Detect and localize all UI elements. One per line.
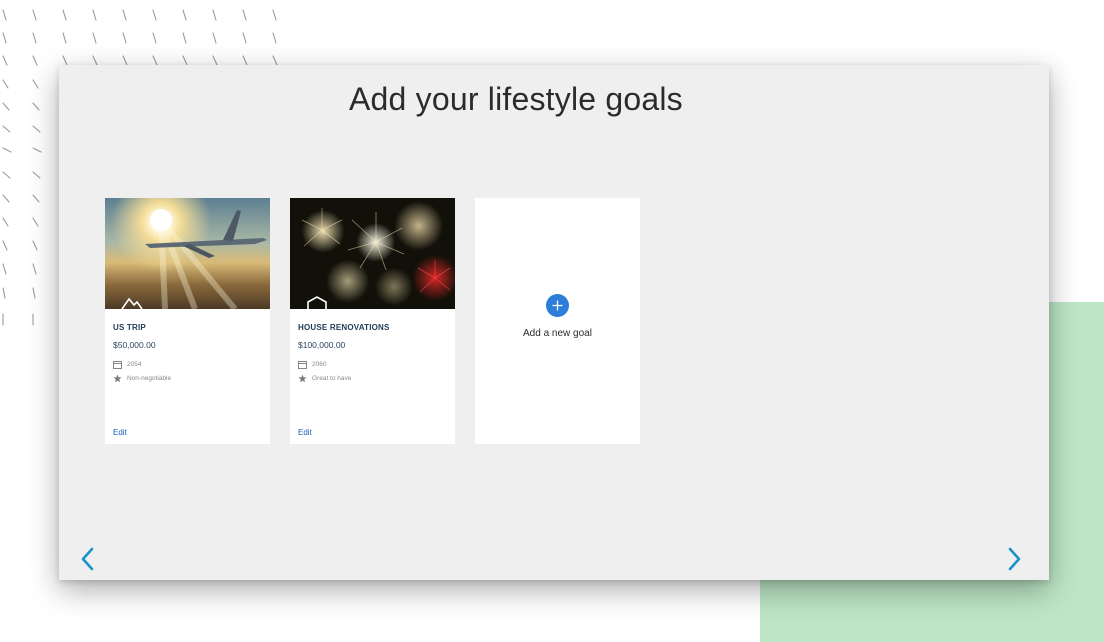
goal-year: 2060 [312,360,327,368]
goal-amount: $100,000.00 [298,340,346,350]
add-goal-button[interactable] [546,294,569,317]
edit-goal-link[interactable]: Edit [298,428,312,437]
page-title: Add your lifestyle goals [349,81,683,117]
chevron-right-icon [1008,547,1021,571]
goal-priority: Non-negotiable [127,374,172,382]
goal-name: HOUSE RENOVATIONS [298,323,390,332]
chevron-left-icon [81,547,94,571]
goal-year-row: 2054 [113,359,262,369]
previous-button[interactable] [77,545,97,573]
goal-card[interactable]: HOUSE RENOVATIONS $100,000.00 2060 Great… [290,198,455,444]
goal-priority-row: Non-negotiable [113,373,262,383]
goal-name: US TRIP [113,323,146,332]
add-goal-card[interactable]: Add a new goal [475,198,640,444]
airplane-image [145,209,267,309]
edit-goal-link[interactable]: Edit [113,428,127,437]
fireworks-image [301,208,451,293]
goal-image-airplane [105,198,270,309]
star-icon [298,373,307,382]
star-icon [113,373,122,382]
calendar-icon [113,360,122,369]
goal-image-fireworks [290,198,455,309]
add-goal-label: Add a new goal [523,328,592,339]
goal-year: 2054 [127,360,142,368]
goals-panel: Add your lifestyle goals US TRIP $50,000… [59,65,1049,580]
goal-year-row: 2060 [298,359,447,369]
calendar-icon [298,360,307,369]
goal-priority: Great to have [312,374,352,382]
next-button[interactable] [1005,545,1025,573]
goal-amount: $50,000.00 [113,340,156,350]
goal-priority-row: Great to have [298,373,447,383]
home-icon [307,296,327,309]
plus-icon [552,300,563,311]
goal-card[interactable]: US TRIP $50,000.00 2054 Non-negotiable E… [105,198,270,444]
travel-icon [121,297,143,309]
